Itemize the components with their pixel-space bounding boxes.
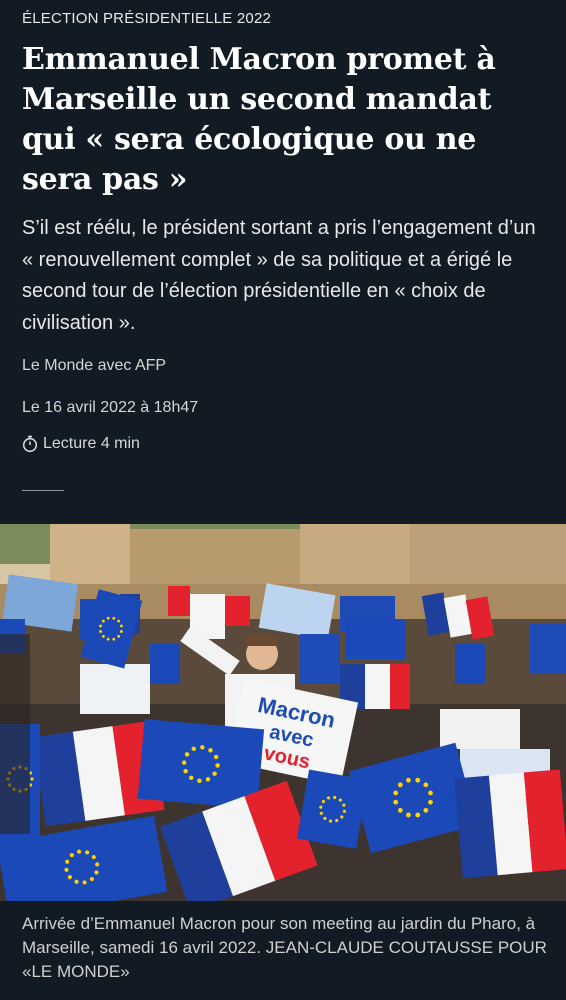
section-kicker[interactable]: Élection présidentielle 2022 bbox=[22, 10, 271, 27]
reading-time: Lecture 4 min bbox=[22, 435, 140, 453]
article-photo[interactable]: Macron avec vous bbox=[0, 524, 566, 901]
byline: Le Monde avec AFP bbox=[22, 357, 167, 374]
photo-caption: Arrivée d’Emmanuel Macron pour son meeti… bbox=[22, 914, 547, 981]
article-headline: Emmanuel Macron promet à Marseille un se… bbox=[22, 42, 496, 197]
article-dek: S’il est réélu, le président sortant a p… bbox=[22, 217, 536, 334]
divider bbox=[22, 490, 64, 491]
stopwatch-icon bbox=[22, 435, 38, 453]
rally-photo: Macron avec vous bbox=[0, 524, 566, 901]
reading-time-label: Lecture 4 min bbox=[43, 435, 140, 452]
publish-date: Le 16 avril 2022 à 18h47 bbox=[22, 399, 199, 416]
